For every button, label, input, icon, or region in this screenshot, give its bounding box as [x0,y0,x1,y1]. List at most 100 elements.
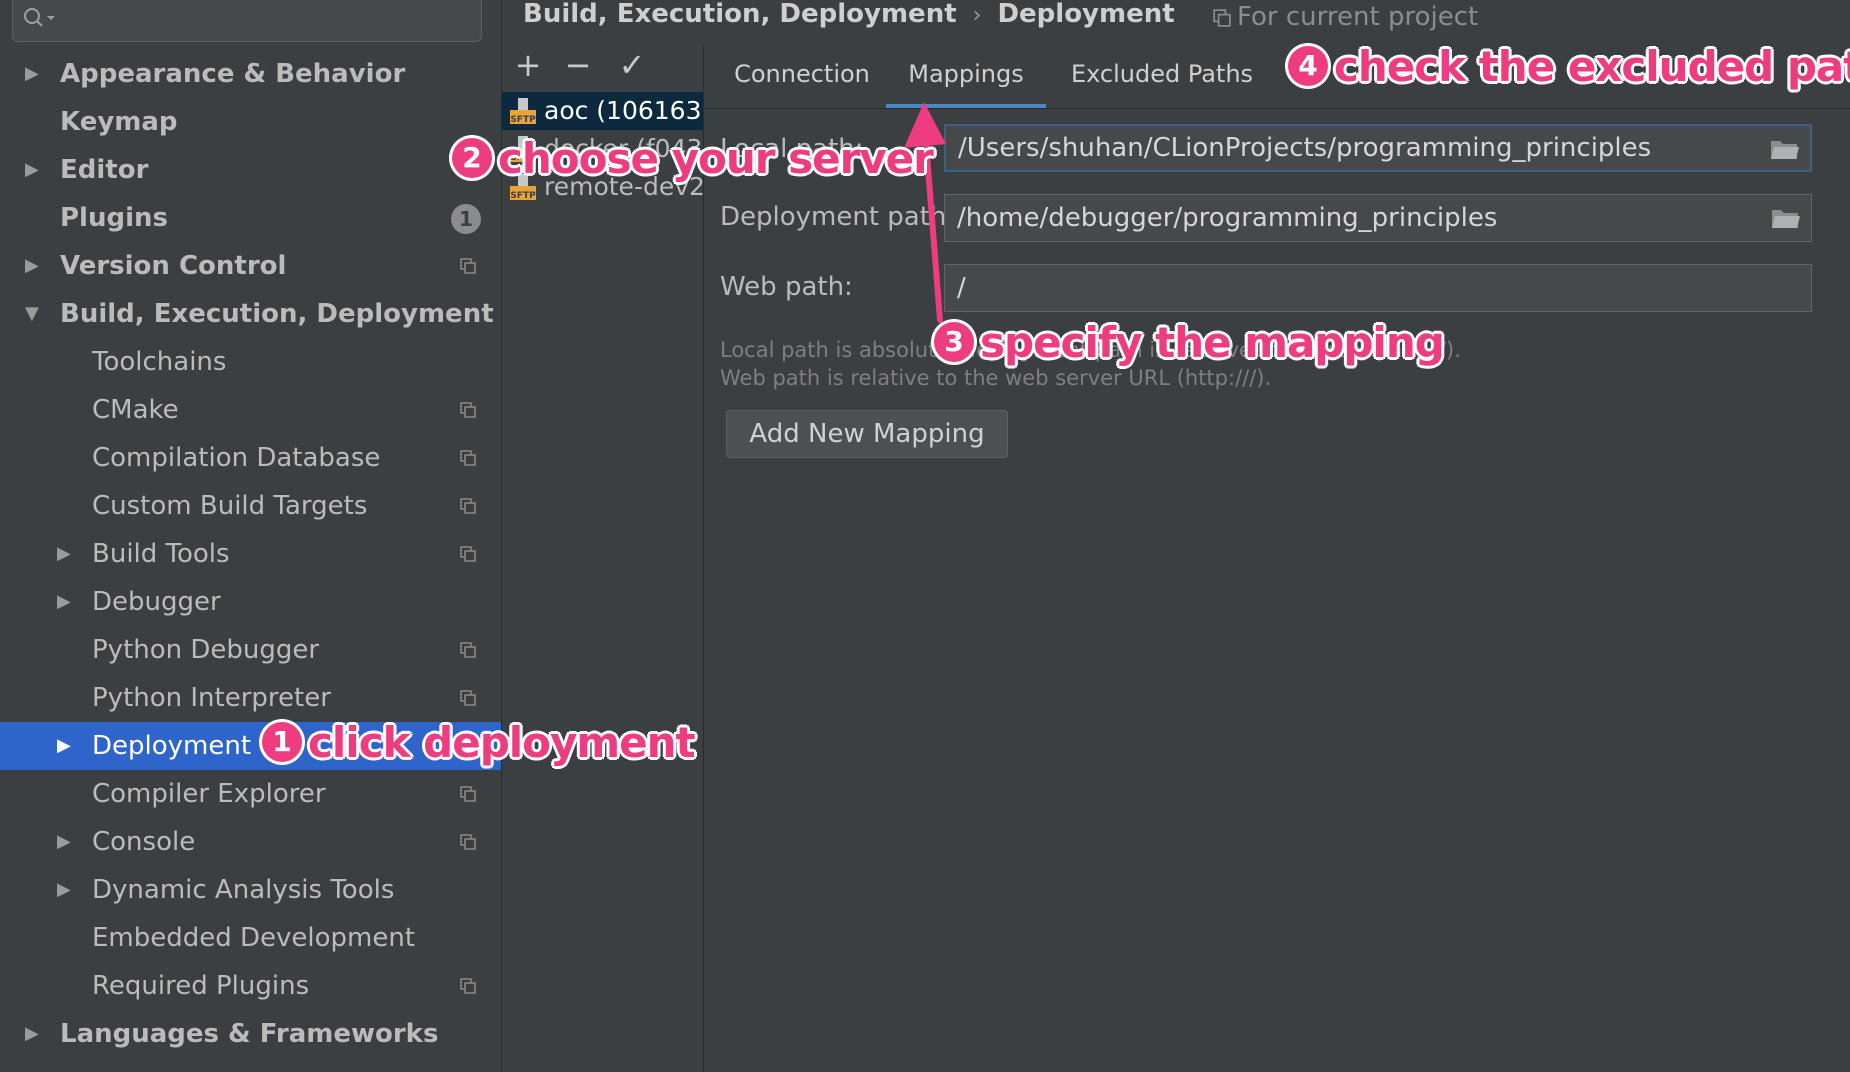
tab-mappings[interactable]: Mappings [886,44,1046,108]
sidebar-item-custom-build-targets[interactable]: Custom Build Targets [0,482,501,530]
expand-arrow-icon[interactable]: ▶ [57,818,71,866]
sidebar-item-embedded-development[interactable]: Embedded Development [0,914,501,962]
sidebar-item-languages-frameworks[interactable]: ▶ Languages & Frameworks [0,1010,501,1058]
sidebar-item-console[interactable]: ▶ Console [0,818,501,866]
sidebar-item-label: Appearance & Behavior [60,59,406,89]
add-new-mapping-button[interactable]: Add New Mapping [726,410,1008,458]
annotation-step-1: 1 click deployment [262,718,696,767]
settings-sidebar: ▶ Appearance & Behavior Keymap ▶ Editor … [0,0,502,1072]
sidebar-item-build-tools[interactable]: ▶ Build Tools [0,530,501,578]
sidebar-item-label: Languages & Frameworks [60,1019,439,1049]
sidebar-item-label: Console [92,827,196,857]
annotation-step-4: 4 check the excluded path [1288,42,1850,91]
sidebar-item-label: Toolchains [92,347,227,377]
annotation-number: 4 [1288,45,1328,86]
collapse-arrow-icon[interactable]: ▼ [25,290,39,338]
annotation-text: click deployment [308,718,696,767]
project-scope-icon [460,450,476,466]
expand-arrow-icon[interactable]: ▶ [57,866,71,914]
sidebar-item-compiler-explorer[interactable]: Compiler Explorer [0,770,501,818]
annotation-number: 3 [934,321,974,362]
annotation-step-2: 2 choose your server [452,134,934,183]
set-default-server-button[interactable]: ✓ [614,48,650,84]
annotation-text: check the excluded path [1334,42,1850,91]
local-path-value: /Users/shuhan/CLionProjects/programming_… [958,133,1652,163]
plugins-update-badge: 1 [451,204,481,234]
annotation-number: 2 [452,137,492,178]
sidebar-item-toolchains[interactable]: Toolchains [0,338,501,386]
sidebar-item-plugins[interactable]: Plugins 1 [0,194,501,242]
annotation-text: choose your server [498,134,934,183]
breadcrumb: Build, Execution, Deployment › Deployment [523,0,1175,34]
deployment-path-field[interactable]: /home/debugger/programming_principles [944,194,1812,242]
tab-excluded-paths[interactable]: Excluded Paths [1060,44,1264,108]
local-path-field[interactable]: /Users/shuhan/CLionProjects/programming_… [944,124,1812,172]
server-item-aoc[interactable]: SFTP aoc (1061632 [502,92,703,130]
sidebar-item-label: Deployment [92,731,252,761]
sidebar-item-label: Plugins [60,203,168,233]
expand-arrow-icon[interactable]: ▶ [25,50,39,98]
sidebar-item-label: Embedded Development [92,923,416,953]
folder-browse-icon[interactable] [1770,138,1800,160]
project-scope-icon [460,546,476,562]
sidebar-item-dynamic-analysis-tools[interactable]: ▶ Dynamic Analysis Tools [0,866,501,914]
sidebar-item-label: Custom Build Targets [92,491,368,521]
scope-indicator: For current project [1213,0,1478,37]
expand-arrow-icon[interactable]: ▶ [57,578,71,626]
deployment-path-value: /home/debugger/programming_principles [957,203,1498,233]
project-scope-icon [460,786,476,802]
annotation-text: specify the mapping [980,318,1445,367]
sidebar-item-build-execution-deployment[interactable]: ▼ Build, Execution, Deployment [0,290,501,338]
svg-text:SFTP: SFTP [510,115,536,125]
sidebar-item-label: Python Interpreter [92,683,331,713]
web-path-label: Web path: [720,272,853,302]
sidebar-item-label: Build Tools [92,539,230,569]
server-toolbar: + − ✓ [502,44,703,90]
expand-arrow-icon[interactable]: ▶ [57,530,71,578]
breadcrumb-parent[interactable]: Build, Execution, Deployment [523,0,957,29]
sidebar-item-label: CMake [92,395,179,425]
expand-arrow-icon[interactable]: ▶ [25,146,39,194]
web-path-field[interactable]: / [944,264,1812,312]
project-scope-icon [460,834,476,850]
sidebar-item-required-plugins[interactable]: Required Plugins [0,962,501,1010]
annotation-step-3: 3 specify the mapping [934,318,1445,367]
sidebar-item-keymap[interactable]: Keymap [0,98,501,146]
sidebar-item-label: Dynamic Analysis Tools [92,875,395,905]
remove-server-button[interactable]: − [560,48,596,84]
expand-arrow-icon[interactable]: ▶ [25,1010,39,1058]
sidebar-item-appearance[interactable]: ▶ Appearance & Behavior [0,50,501,98]
help-text-line-2: Web path is relative to the web server U… [720,366,1272,390]
add-server-button[interactable]: + [510,48,546,84]
sidebar-item-editor[interactable]: ▶ Editor [0,146,501,194]
folder-browse-icon[interactable] [1771,207,1801,229]
sidebar-item-cmake[interactable]: CMake [0,386,501,434]
deployment-settings-pane: Connection Mappings Excluded Paths Local… [704,44,1850,1072]
breadcrumb-current: Deployment [997,0,1175,29]
sftp-server-icon: SFTP [510,98,536,125]
settings-search-input[interactable] [12,0,482,42]
sidebar-item-label: Version Control [60,251,287,281]
tab-connection[interactable]: Connection [718,44,886,108]
project-scope-icon [460,498,476,514]
sidebar-item-python-interpreter[interactable]: Python Interpreter [0,674,501,722]
expand-arrow-icon[interactable]: ▶ [57,722,71,770]
project-scope-icon [460,402,476,418]
breadcrumb-separator: › [972,3,982,28]
sidebar-item-debugger[interactable]: ▶ Debugger [0,578,501,626]
sidebar-item-label: Debugger [92,587,221,617]
project-scope-icon [460,258,476,274]
project-scope-icon [460,690,476,706]
project-scope-icon [460,642,476,658]
sidebar-item-python-debugger[interactable]: Python Debugger [0,626,501,674]
sidebar-item-version-control[interactable]: ▶ Version Control [0,242,501,290]
search-icon [24,8,55,27]
sidebar-item-label: Build, Execution, Deployment [60,299,494,329]
sidebar-item-label: Compiler Explorer [92,779,326,809]
scope-label: For current project [1237,2,1479,32]
sidebar-item-label: Required Plugins [92,971,310,1001]
svg-text:SFTP: SFTP [510,191,536,201]
sidebar-item-label: Editor [60,155,149,185]
expand-arrow-icon[interactable]: ▶ [25,242,39,290]
sidebar-item-compilation-database[interactable]: Compilation Database [0,434,501,482]
